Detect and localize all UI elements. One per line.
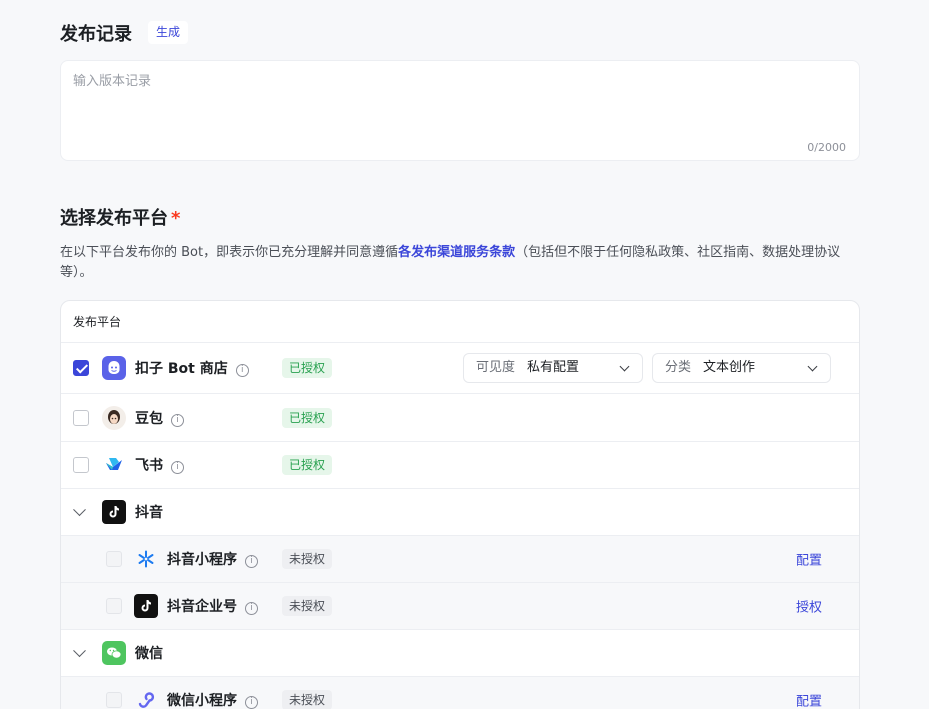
info-icon[interactable]: i (245, 602, 258, 615)
status-badge: 未授权 (282, 549, 333, 569)
coze-store-name: 扣子 Bot 商店 (135, 361, 228, 377)
char-counter: 0/2000 (807, 141, 846, 154)
douyin-miniapp-checkbox[interactable] (106, 551, 122, 567)
doubao-icon (102, 405, 126, 430)
platform-row-doubao: 豆包 i 已授权 (61, 394, 859, 442)
platform-row-coze-store: 扣子 Bot 商店 i 已授权 可见度 私有配置 分类 文本创作 (61, 343, 859, 394)
authorize-button[interactable]: 授权 (796, 597, 822, 616)
release-notes-input[interactable] (61, 61, 859, 141)
configure-button[interactable]: 配置 (796, 550, 822, 569)
info-icon[interactable]: i (171, 461, 184, 474)
info-icon[interactable]: i (171, 413, 184, 427)
chevron-down-icon (619, 361, 630, 372)
platform-group-wechat[interactable]: 微信 (61, 630, 859, 677)
required-mark: * (171, 208, 181, 229)
douyin-icon (102, 500, 126, 524)
feishu-name: 飞书 (135, 458, 163, 474)
info-icon[interactable]: i (245, 696, 258, 709)
douyin-miniapp-icon (134, 547, 158, 571)
chevron-down-icon (807, 361, 818, 372)
info-icon[interactable]: i (245, 555, 258, 568)
terms-description: 在以下平台发布你的 Bot，即表示你已充分理解并同意遵循各发布渠道服务条款（包括… (60, 243, 860, 283)
feishu-checkbox[interactable] (73, 457, 89, 473)
group-name: 微信 (135, 646, 163, 662)
doubao-name: 豆包 (135, 410, 163, 427)
douyin-miniapp-name: 抖音小程序 (167, 552, 237, 568)
visibility-label: 可见度 (476, 360, 516, 375)
category-label: 分类 (665, 360, 692, 375)
wechat-icon (102, 641, 126, 665)
doubao-checkbox[interactable] (73, 409, 89, 426)
group-name: 抖音 (135, 505, 163, 521)
status-badge: 未授权 (282, 596, 333, 616)
platform-name: 飞书 i (135, 455, 184, 475)
release-notes-title: 发布记录 (60, 24, 132, 45)
wechat-miniapp-icon (134, 688, 158, 709)
status-badge: 已授权 (282, 407, 333, 428)
generate-button[interactable]: 生成 (148, 21, 189, 44)
terms-prefix: 在以下平台发布你的 Bot，即表示你已充分理解并同意遵循 (60, 245, 399, 260)
terms-link[interactable]: 各发布渠道服务条款 (398, 245, 515, 260)
platform-row-douyin-enterprise: 抖音企业号 i 未授权 授权 (61, 583, 859, 630)
visibility-select[interactable]: 可见度 私有配置 (463, 353, 643, 383)
chevron-down-icon[interactable] (73, 503, 86, 517)
chevron-down-icon[interactable] (73, 644, 86, 658)
coze-store-checkbox[interactable] (73, 360, 89, 376)
coze-store-icon (102, 356, 126, 380)
douyin-enterprise-icon (134, 594, 158, 618)
platform-group-douyin[interactable]: 抖音 (61, 489, 859, 536)
configure-button[interactable]: 配置 (796, 691, 822, 709)
wechat-miniapp-name: 微信小程序 (167, 693, 237, 709)
category-select[interactable]: 分类 文本创作 (652, 353, 831, 383)
wechat-miniapp-checkbox[interactable] (106, 692, 122, 708)
platform-title-text: 选择发布平台 (60, 208, 168, 229)
platform-name: 扣子 Bot 商店 i (135, 358, 249, 378)
visibility-value: 私有配置 (527, 360, 580, 375)
douyin-enterprise-checkbox[interactable] (106, 598, 122, 614)
platform-row-douyin-miniapp: 抖音小程序 i 未授权 配置 (61, 536, 859, 583)
platform-name: 抖音企业号 i (167, 596, 258, 616)
table-header: 发布平台 (61, 301, 859, 343)
platform-section-title: 选择发布平台 * (60, 204, 180, 230)
status-badge: 未授权 (282, 690, 333, 709)
status-badge: 已授权 (282, 358, 333, 378)
platform-name: 豆包 i (135, 408, 184, 428)
platform-name: 抖音小程序 i (167, 549, 258, 569)
platform-row-feishu: 飞书 i 已授权 (61, 442, 859, 489)
platform-name: 微信小程序 i (167, 690, 258, 709)
platform-table: 发布平台 扣子 Bot 商店 i 已授权 可见度 私有配置 分类 文本创作 豆包 i 已… (60, 300, 860, 709)
douyin-enterprise-name: 抖音企业号 (167, 599, 237, 615)
info-icon[interactable]: i (235, 364, 249, 377)
category-value: 文本创作 (703, 360, 756, 375)
release-notes-box: 0/2000 (60, 60, 860, 161)
platform-row-wechat-miniapp: 微信小程序 i 未授权 配置 (61, 677, 859, 709)
feishu-icon (102, 453, 126, 477)
status-badge: 已授权 (282, 455, 333, 475)
